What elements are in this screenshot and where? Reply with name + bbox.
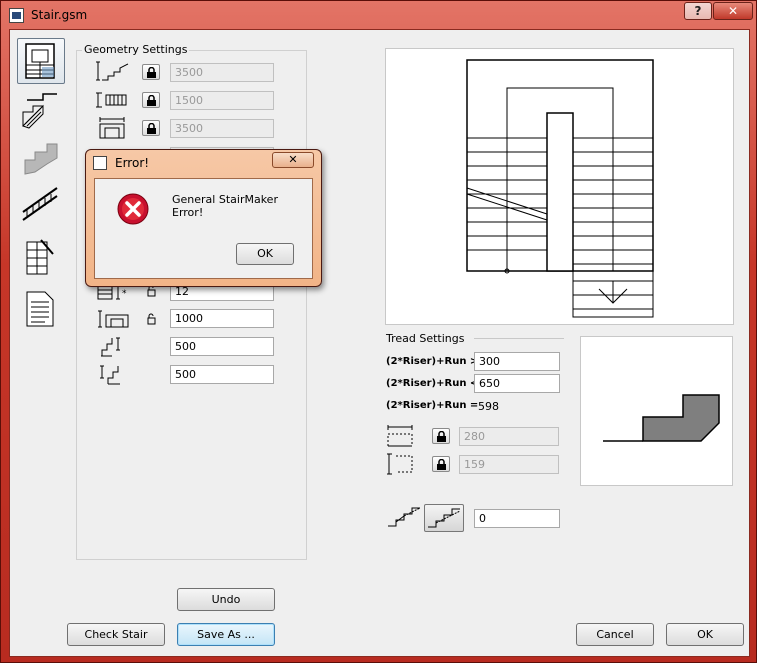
nav-plan-view[interactable] (17, 38, 65, 84)
riser-top-offset-icon (101, 337, 120, 357)
stair-plan-icon (25, 43, 55, 79)
lock-icon (147, 123, 156, 134)
geometry-field[interactable]: 3500 (170, 119, 274, 138)
dialog-ok-button[interactable]: OK (236, 243, 294, 265)
cancel-button[interactable]: Cancel (576, 623, 654, 646)
rule-eq-label: (2*Riser)+Run = (386, 400, 479, 411)
nosing-type-2-icon (428, 508, 461, 528)
svg-text:*: * (122, 289, 127, 299)
dialog-close-button[interactable]: ✕ (272, 152, 314, 168)
riser-height-field[interactable]: 159 (459, 455, 559, 474)
stair-3d-icon (24, 143, 58, 175)
riser-field[interactable]: 1000 (170, 309, 274, 328)
tread-settings-title: Tread Settings (384, 332, 467, 345)
help-button[interactable]: ? (684, 2, 712, 20)
undo-button[interactable]: Undo (177, 588, 275, 611)
close-button[interactable]: ✕ (713, 2, 753, 20)
rule-gt-label: (2*Riser)+Run > (386, 356, 479, 367)
ok-button[interactable]: OK (666, 623, 744, 646)
error-dialog: Error! ✕ General StairMaker Error! OK (85, 149, 322, 287)
rule-lt-label: (2*Riser)+Run < (386, 378, 479, 389)
geometry-field[interactable]: 1500 (170, 91, 274, 110)
lock-icon (437, 459, 446, 470)
stair-plan-preview (385, 48, 734, 325)
app-icon (9, 8, 24, 23)
nav-3d-stair[interactable] (17, 134, 65, 180)
geometry-field[interactable]: 3500 (170, 63, 274, 82)
lock-toggle[interactable] (142, 64, 160, 80)
title-bar[interactable]: Stair.gsm ? ✕ (1, 1, 756, 29)
error-icon (117, 193, 149, 225)
dialog-client: Geometry Settings 3500 1500 3500 * 12 10… (9, 29, 750, 657)
materials-icon (26, 239, 54, 275)
lock-toggle[interactable] (432, 428, 450, 444)
stair-width-icon (96, 92, 127, 108)
dialog-app-icon (93, 156, 107, 170)
lock-toggle[interactable] (142, 120, 160, 136)
unlock-icon[interactable] (147, 313, 157, 325)
stair-total-height-icon (96, 61, 129, 81)
stair-section-preview (580, 336, 733, 486)
lock-toggle[interactable] (142, 92, 160, 108)
lock-icon (437, 431, 446, 442)
rule-eq-value: 598 (478, 400, 499, 413)
stair-section-icon (22, 93, 57, 129)
riser-height-icon (387, 453, 413, 475)
nav-materials[interactable] (17, 234, 65, 280)
railing-icon (22, 187, 58, 221)
tread-depth-field[interactable]: 280 (459, 427, 559, 446)
lock-toggle[interactable] (432, 456, 450, 472)
save-as-button[interactable]: Save As ... (177, 623, 275, 646)
rule-gt-field[interactable]: 300 (474, 352, 560, 371)
window-title: Stair.gsm (31, 8, 88, 22)
riser-field[interactable]: 500 (170, 365, 274, 384)
lock-icon (147, 67, 156, 78)
stair-section-drawing (603, 394, 720, 442)
tread-depth-icon (387, 425, 413, 447)
check-stair-button[interactable]: Check Stair (67, 623, 165, 646)
lock-icon (147, 95, 156, 106)
riser-bottom-offset-icon (100, 365, 120, 385)
headroom-icon (98, 310, 129, 328)
geometry-settings-title: Geometry Settings (82, 43, 190, 56)
nav-railing[interactable] (17, 184, 65, 230)
rule-lt-field[interactable]: 650 (474, 374, 560, 393)
main-window: Stair.gsm ? ✕ Geometry Settings 3500 150… (0, 0, 757, 663)
nosing-type-1-icon[interactable] (386, 504, 422, 530)
nosing-type-2-button[interactable] (424, 504, 464, 532)
document-icon (26, 291, 54, 327)
nosing-field[interactable]: 0 (474, 509, 560, 528)
stair-plan-drawing (466, 59, 654, 318)
stair-length-icon (99, 117, 125, 139)
tread-settings-divider (474, 338, 564, 339)
nav-document[interactable] (17, 286, 65, 332)
error-message: General StairMaker Error! (172, 193, 278, 219)
nav-section-view[interactable] (17, 86, 65, 132)
dialog-title: Error! (115, 156, 150, 170)
dialog-body: General StairMaker Error! OK (94, 178, 313, 279)
riser-field[interactable]: 500 (170, 337, 274, 356)
